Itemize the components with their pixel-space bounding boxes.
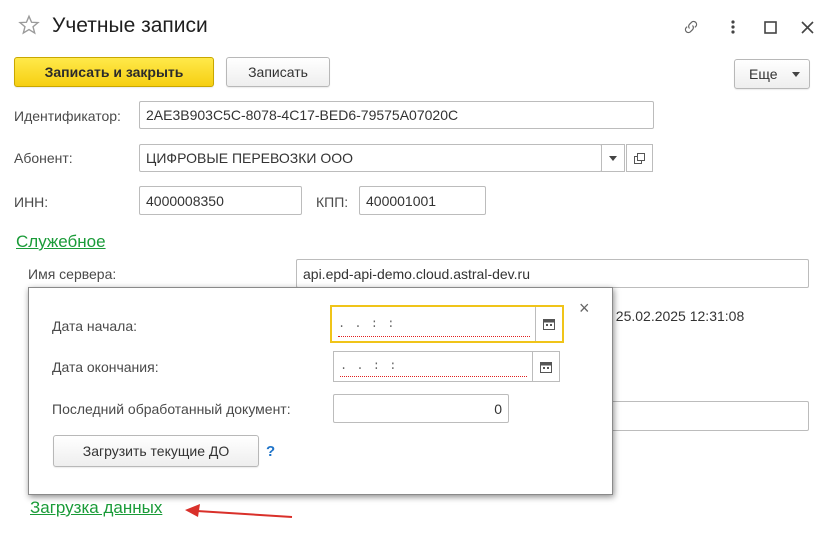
end-date-mask: . . : : <box>340 358 398 373</box>
maximize-icon[interactable] <box>759 16 781 38</box>
calendar-icon <box>540 361 552 373</box>
subscriber-field[interactable]: ЦИФРОВЫЕ ПЕРЕВОЗКИ ООО <box>139 144 602 172</box>
subscriber-open-button[interactable] <box>626 144 653 172</box>
help-icon[interactable]: ? <box>266 443 275 460</box>
load-data-link[interactable]: Загрузка данных <box>30 498 162 518</box>
kpp-label: КПП: <box>316 194 349 210</box>
more-label: Еще <box>749 66 778 82</box>
link-icon[interactable] <box>680 16 702 38</box>
start-date-field[interactable]: . . : : <box>330 305 564 343</box>
open-form-icon <box>634 152 645 164</box>
identifier-field[interactable]: 2AE3B903C5C-8078-4C17-BED6-79575A07020C <box>139 101 654 129</box>
close-icon[interactable] <box>796 16 818 38</box>
last-document-label: Последний обработанный документ: <box>52 401 291 417</box>
kpp-field[interactable]: 400001001 <box>359 186 486 215</box>
background-field-partial <box>600 401 809 431</box>
inn-label: ИНН: <box>14 194 49 210</box>
end-date-calendar-button[interactable] <box>532 352 559 381</box>
inn-field[interactable]: 4000008350 <box>139 186 302 215</box>
star-icon[interactable] <box>18 14 40 36</box>
start-date-label: Дата начала: <box>52 318 138 334</box>
chevron-down-icon <box>609 155 617 161</box>
server-name-label: Имя сервера: <box>28 266 117 282</box>
subscriber-label: Абонент: <box>14 150 73 166</box>
end-date-field[interactable]: . . : : <box>333 351 560 382</box>
start-date-mask: . . : : <box>338 317 396 331</box>
window-title: Учетные записи <box>52 14 208 37</box>
last-sync-datetime: : 25.02.2025 12:31:08 <box>608 308 745 324</box>
start-date-calendar-button[interactable] <box>535 307 562 341</box>
more-button[interactable]: Еще <box>734 59 810 89</box>
service-group-link[interactable]: Служебное <box>16 232 106 252</box>
vertical-dots-icon[interactable] <box>722 16 744 38</box>
save-and-close-button[interactable]: Записать и закрыть <box>14 57 214 87</box>
load-current-docs-button[interactable]: Загрузить текущие ДО <box>53 435 259 467</box>
calendar-icon <box>543 319 555 330</box>
subscriber-dropdown-button[interactable] <box>601 144 625 172</box>
save-button[interactable]: Записать <box>226 57 330 87</box>
last-document-field[interactable]: 0 <box>333 394 509 423</box>
load-settings-popup: × Дата начала: . . : : Дата окончания: .… <box>28 287 613 495</box>
end-date-label: Дата окончания: <box>52 359 159 375</box>
red-arrow-icon <box>185 504 293 518</box>
popup-close-button[interactable]: × <box>579 299 590 317</box>
server-name-field[interactable]: api.epd-api-demo.cloud.astral-dev.ru <box>296 259 809 288</box>
chevron-down-icon <box>792 72 800 77</box>
identifier-label: Идентификатор: <box>14 108 121 124</box>
